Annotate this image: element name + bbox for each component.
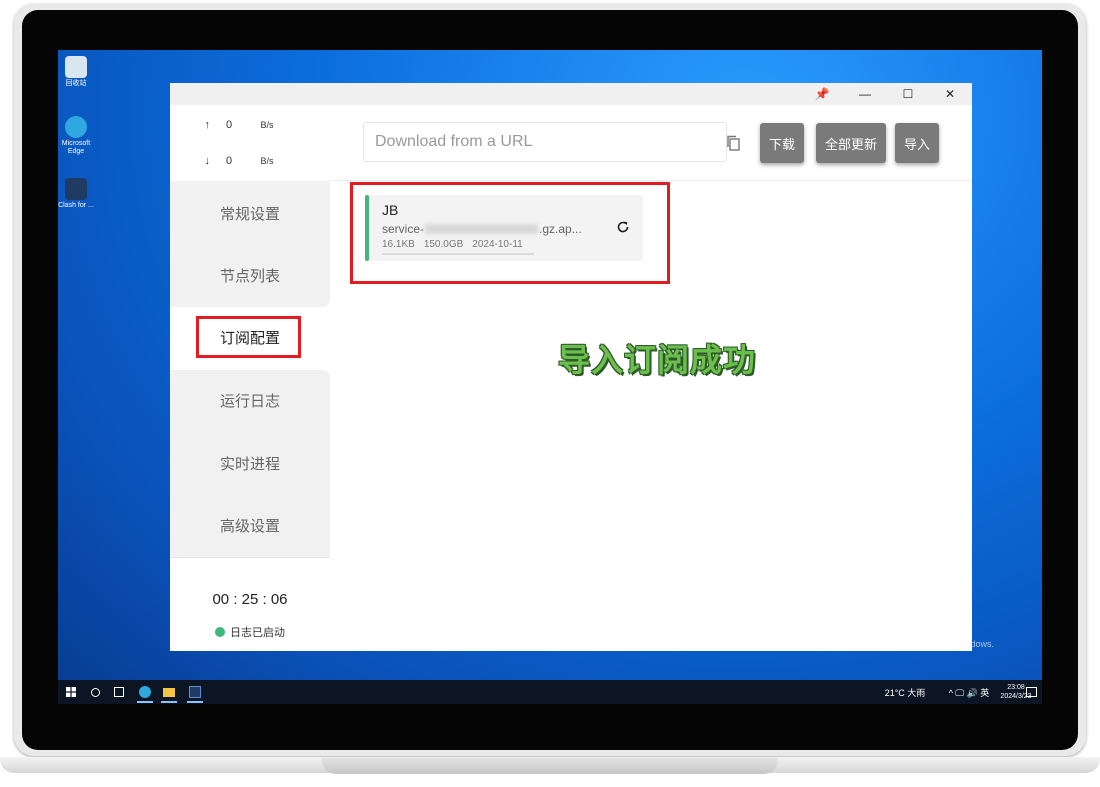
search-button[interactable] [84,680,106,704]
status-dot-icon [215,627,225,637]
folder-icon [163,687,175,697]
update-all-button[interactable]: 全部更新 [816,123,886,163]
title-bar[interactable]: 📌 — ☐ ✕ [170,83,972,105]
sidebar-divider [170,557,330,558]
arrow-up-icon: ↑ [204,119,211,131]
log-status: 日志已启动 [170,624,330,640]
menu-item-advanced[interactable]: 高级设置 [170,505,330,545]
menu-item-general[interactable]: 常规设置 [170,193,330,233]
taskbar-clash[interactable] [184,680,206,704]
laptop-notch [322,758,778,774]
url-input[interactable]: Download from a URL [363,122,740,162]
import-success-message: 导入订阅成功 [558,342,757,378]
upload-speed: ↑ 0 B/s [170,107,330,143]
menu-item-processes[interactable]: 实时进程 [170,443,330,483]
task-view-icon [114,687,124,697]
highlight-box-menu [196,316,301,358]
desktop-icon-clash[interactable]: Clash for ... [58,178,96,210]
download-button[interactable]: 下载 [760,123,804,163]
menu-item-logs[interactable]: 运行日志 [170,380,330,420]
desktop-icon-edge[interactable]: Microsoft Edge [58,116,96,156]
taskbar-edge[interactable] [134,680,156,704]
windows-logo-icon [66,687,76,697]
uptime-timer: 00 : 25 : 06 [212,591,288,608]
activation-watermark: dows. [970,639,994,649]
task-view-button[interactable] [108,680,130,704]
desktop-icon-recycle-bin[interactable]: 回收站 [58,56,96,88]
taskbar: 21°C 大雨 ^ 🖵 🔊 英 23:08 2024/3/23 [58,680,1042,704]
cat-icon [189,686,201,698]
cortana-icon [90,687,100,697]
desktop-screen: 回收站 Microsoft Edge Clash for ... dows. 📌… [58,50,1042,704]
notification-icon [1025,687,1037,697]
import-button[interactable]: 导入 [895,123,939,163]
copy-icon[interactable] [726,135,740,151]
menu-item-nodes[interactable]: 节点列表 [170,255,330,295]
taskbar-explorer[interactable] [158,680,180,704]
arrow-down-icon: ↓ [204,155,211,167]
system-tray[interactable]: ^ 🖵 🔊 英 [942,680,996,704]
weather-widget[interactable]: 21°C 大雨 [870,680,940,704]
minimize-button[interactable]: — [845,83,885,105]
maximize-button[interactable]: ☐ [888,83,928,105]
toolbar-divider [330,180,972,181]
pin-icon[interactable]: 📌 [802,83,842,105]
app-window: 📌 — ☐ ✕ ↑ 0 B/s ↓ 0 B/s 常规设置 节点列表 订阅配置 运… [170,83,972,651]
start-button[interactable] [60,680,82,704]
edge-icon [65,116,87,138]
recycle-bin-icon [65,56,87,78]
sidebar: ↑ 0 B/s ↓ 0 B/s 常规设置 节点列表 订阅配置 运行日志 实时进程… [170,105,330,651]
cat-icon [65,178,87,200]
edge-icon [139,686,151,698]
download-speed: ↓ 0 B/s [170,143,330,179]
highlight-box-card [350,182,670,284]
close-button[interactable]: ✕ [930,83,970,105]
notification-button[interactable] [1020,680,1042,704]
